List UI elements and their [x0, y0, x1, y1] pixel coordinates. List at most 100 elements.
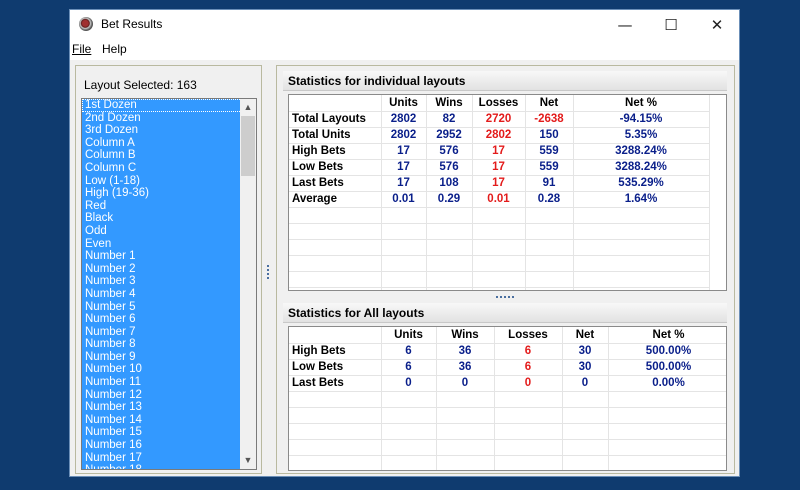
table-cell: 500.00%: [608, 343, 726, 360]
table-cell: 17: [381, 175, 427, 192]
row-header: Low Bets: [289, 359, 382, 376]
list-item[interactable]: Number 1: [82, 250, 242, 263]
empty-row: [289, 271, 710, 288]
menu-help[interactable]: Help: [102, 42, 127, 56]
table-cell: 2802: [472, 127, 526, 144]
table-cell: 0: [381, 375, 437, 392]
list-item[interactable]: Odd: [82, 225, 242, 238]
list-item[interactable]: 3rd Dozen: [82, 124, 242, 137]
list-item[interactable]: Number 3: [82, 275, 242, 288]
maximize-button[interactable]: ☐: [648, 10, 694, 40]
table-cell: 3288.24%: [573, 159, 710, 176]
empty-cell: [381, 255, 427, 272]
list-item[interactable]: Number 18: [82, 464, 242, 469]
empty-row: [289, 455, 726, 470]
all-stats-grid[interactable]: Units Wins Losses Net Net % High Bets 6 36 6 30 50…: [288, 326, 727, 471]
list-item[interactable]: Column C: [82, 162, 242, 175]
list-item[interactable]: Number 11: [82, 376, 242, 389]
empty-cell: [608, 423, 726, 440]
empty-cell: [608, 391, 726, 408]
empty-row: [289, 255, 710, 272]
table-cell: 17: [472, 159, 526, 176]
vertical-splitter[interactable]: [266, 65, 272, 474]
list-item[interactable]: Black: [82, 212, 242, 225]
table-cell: 0.01: [472, 191, 526, 208]
empty-cell: [472, 239, 526, 256]
title-bar[interactable]: Bet Results — ☐ ✕: [70, 10, 739, 40]
list-item[interactable]: Column B: [82, 149, 242, 162]
empty-cell: [381, 287, 427, 290]
table-cell: 1.64%: [573, 191, 710, 208]
list-item[interactable]: Red: [82, 200, 242, 213]
list-item[interactable]: Number 7: [82, 326, 242, 339]
empty-cell: [381, 207, 427, 224]
list-item[interactable]: Number 9: [82, 351, 242, 364]
empty-cell: [289, 439, 382, 456]
table-cell: 6: [494, 343, 563, 360]
list-item[interactable]: Number 14: [82, 414, 242, 427]
list-item[interactable]: Number 8: [82, 338, 242, 351]
table-row: Last Bets 0 0 0 0 0.00%: [289, 375, 726, 392]
table-cell: 2802: [381, 127, 427, 144]
list-item[interactable]: Number 15: [82, 426, 242, 439]
empty-cell: [608, 439, 726, 456]
row-header: Average: [289, 191, 382, 208]
column-header: Net: [525, 95, 574, 112]
empty-cell: [436, 455, 495, 470]
table-cell: 30: [562, 343, 609, 360]
table-cell: 0: [494, 375, 563, 392]
empty-cell: [472, 223, 526, 240]
menu-bar: File Help: [70, 40, 739, 60]
scroll-thumb[interactable]: [241, 116, 255, 176]
list-item[interactable]: Number 12: [82, 389, 242, 402]
list-item[interactable]: Number 2: [82, 263, 242, 276]
list-item[interactable]: 1st Dozen: [82, 99, 242, 112]
table-cell: 17: [472, 175, 526, 192]
empty-cell: [525, 271, 574, 288]
empty-cell: [573, 239, 710, 256]
list-item[interactable]: Column A: [82, 137, 242, 150]
horizontal-splitter[interactable]: [283, 293, 727, 301]
empty-cell: [436, 391, 495, 408]
list-item[interactable]: Low (1-18): [82, 175, 242, 188]
list-item[interactable]: Number 17: [82, 452, 242, 465]
scroll-down-icon[interactable]: ▼: [240, 452, 256, 469]
listbox-scrollbar[interactable]: ▲ ▼: [240, 99, 256, 469]
list-item[interactable]: 2nd Dozen: [82, 112, 242, 125]
empty-cell: [381, 271, 427, 288]
list-item[interactable]: High (19-36): [82, 187, 242, 200]
table-row: Average 0.01 0.29 0.01 0.28 1.64%: [289, 191, 710, 208]
list-item[interactable]: Number 5: [82, 301, 242, 314]
list-item[interactable]: Number 13: [82, 401, 242, 414]
layout-listbox[interactable]: 1st Dozen 2nd Dozen 3rd Dozen Column A Colum…: [81, 98, 257, 470]
table-cell: 0: [436, 375, 495, 392]
column-header: [289, 327, 382, 344]
column-header: Net %: [608, 327, 726, 344]
column-header: Net: [562, 327, 609, 344]
table-cell: 150: [525, 127, 574, 144]
scroll-up-icon[interactable]: ▲: [240, 99, 256, 116]
list-item[interactable]: Even: [82, 238, 242, 251]
list-item[interactable]: Number 10: [82, 363, 242, 376]
close-button[interactable]: ✕: [694, 10, 740, 40]
minimize-button[interactable]: —: [602, 10, 648, 40]
empty-cell: [562, 439, 609, 456]
menu-file[interactable]: File: [72, 42, 91, 56]
column-header: Wins: [426, 95, 473, 112]
column-header: Units: [381, 95, 427, 112]
list-item[interactable]: Number 4: [82, 288, 242, 301]
column-header: Units: [381, 327, 437, 344]
empty-cell: [525, 287, 574, 290]
splitter-grip-icon: [267, 265, 269, 279]
table-cell: 0: [562, 375, 609, 392]
individual-stats-header: Statistics for individual layouts: [283, 71, 727, 91]
individual-stats-grid[interactable]: Units Wins Losses Net Net % Total Layouts 2802…: [288, 94, 727, 291]
list-item[interactable]: Number 16: [82, 439, 242, 452]
table-cell: 5.35%: [573, 127, 710, 144]
table-cell: 3288.24%: [573, 143, 710, 160]
empty-cell: [289, 287, 382, 290]
table-row: Last Bets 17 108 17 91 535.29%: [289, 175, 710, 192]
empty-row: [289, 223, 710, 240]
list-item[interactable]: Number 6: [82, 313, 242, 326]
empty-cell: [525, 239, 574, 256]
